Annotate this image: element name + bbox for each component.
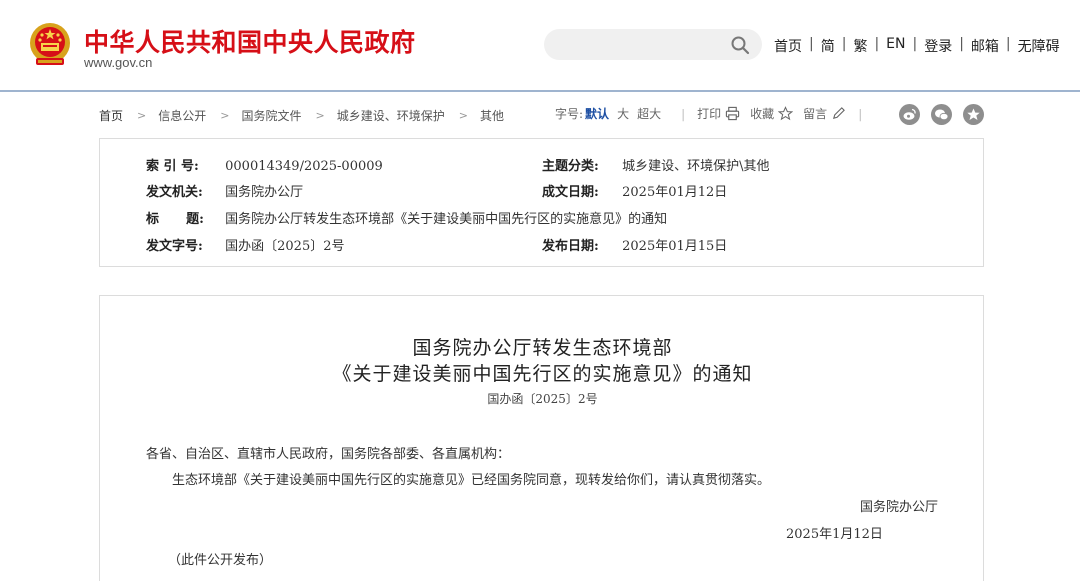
issuer-label: 发文机关:	[146, 185, 203, 200]
written-date-label: 成文日期:	[542, 185, 599, 200]
national-emblem-icon[interactable]	[28, 22, 72, 68]
nav-mail-link[interactable]: 邮箱	[971, 36, 999, 56]
index-number-row: 索 引 号: 000014349/2025-00009	[146, 155, 383, 174]
site-domain: www.gov.cn	[84, 55, 153, 70]
breadcrumb-other[interactable]: 其他	[480, 107, 504, 124]
tools-separator: |	[681, 106, 686, 121]
doc-number-row: 发文字号: 国办函〔2025〕2号	[146, 235, 345, 254]
article-publish-note: （此件公开发布）	[168, 553, 273, 568]
category-label: 主题分类:	[542, 159, 599, 174]
issuer-row: 发文机关: 国务院办公厅	[146, 181, 303, 200]
article-doc-number: 国办函〔2025〕2号	[487, 392, 598, 406]
nav-separator: |	[912, 36, 918, 52]
document-info-box: 索 引 号: 000014349/2025-00009 主题分类: 城乡建设、环…	[99, 138, 984, 267]
chevron-right-icon: >	[458, 109, 468, 122]
search-icon[interactable]	[730, 35, 750, 55]
category-value: 城乡建设、环境保护\其他	[622, 159, 770, 174]
weibo-share-icon[interactable]	[899, 104, 920, 125]
search-input[interactable]	[558, 33, 728, 56]
print-button[interactable]: 打印	[697, 105, 721, 122]
article-body-paragraph: 生态环境部《关于建设美丽中国先行区的实施意见》已经国务院同意，现转发给你们，请认…	[172, 473, 771, 488]
wechat-share-icon[interactable]	[931, 104, 952, 125]
doc-number-value: 国办函〔2025〕2号	[225, 239, 345, 254]
font-size-default[interactable]: 默认	[585, 105, 609, 122]
top-nav: 首页 | 简 | 繁 | EN | 登录 | 邮箱 | 无障碍	[774, 36, 1060, 56]
site-header: 中华人民共和国中央人民政府 www.gov.cn 首页 | 简 | 繁 | EN…	[0, 0, 1080, 92]
site-title[interactable]: 中华人民共和国中央人民政府	[84, 23, 416, 59]
favorite-button[interactable]: 收藏	[750, 105, 774, 122]
publish-date-value: 2025年01月15日	[622, 239, 728, 254]
title-row: 标 题: 国务院办公厅转发生态环境部《关于建设美丽中国先行区的实施意见》的通知	[146, 208, 667, 227]
breadcrumb: 首页 > 信息公开 > 国务院文件 > 城乡建设、环境保护 > 其他	[99, 107, 504, 124]
article-tools: 字号: 默认 大 超大 | 打印 收藏 留言 |	[555, 105, 874, 122]
font-size-label: 字号:	[555, 107, 584, 121]
title-label: 标 题:	[146, 212, 204, 227]
printer-icon[interactable]	[725, 106, 740, 121]
publish-date-label: 发布日期:	[542, 239, 599, 254]
nav-login-link[interactable]: 登录	[924, 36, 952, 56]
chevron-right-icon: >	[315, 109, 325, 122]
doc-number-label: 发文字号:	[146, 239, 203, 254]
tools-separator: |	[858, 106, 863, 121]
breadcrumb-urban-environment[interactable]: 城乡建设、环境保护	[337, 107, 445, 124]
index-number-label: 索 引 号:	[146, 159, 199, 174]
pencil-icon[interactable]	[831, 106, 846, 121]
breadcrumb-state-council-docs[interactable]: 国务院文件	[241, 107, 301, 124]
nav-traditional-link[interactable]: 繁	[853, 36, 867, 56]
nav-simplified-link[interactable]: 简	[821, 36, 835, 56]
title-value: 国务院办公厅转发生态环境部《关于建设美丽中国先行区的实施意见》的通知	[225, 212, 668, 227]
nav-separator: |	[874, 36, 880, 52]
nav-separator: |	[959, 36, 964, 52]
nav-separator: |	[1005, 36, 1011, 52]
star-icon[interactable]	[778, 106, 794, 121]
category-row: 主题分类: 城乡建设、环境保护\其他	[542, 155, 770, 174]
font-size-xlarge[interactable]: 超大	[637, 105, 661, 122]
search-box	[544, 29, 762, 60]
article-title-line2: 《关于建设美丽中国先行区的实施意见》的通知	[332, 363, 753, 385]
favorite-share-icon[interactable]	[963, 104, 984, 125]
breadcrumb-home[interactable]: 首页	[99, 107, 123, 124]
article-title-line1: 国务院办公厅转发生态环境部	[412, 337, 673, 359]
index-number-value: 000014349/2025-00009	[225, 159, 383, 174]
written-date-value: 2025年01月12日	[622, 185, 728, 200]
written-date-row: 成文日期: 2025年01月12日	[542, 181, 727, 200]
article-signer: 国务院办公厅	[860, 500, 939, 515]
chevron-right-icon: >	[220, 109, 230, 122]
article-salutation: 各省、自治区、直辖市人民政府，国务院各部委、各直属机构：	[146, 447, 511, 462]
comment-button[interactable]: 留言	[803, 105, 827, 122]
breadcrumb-info-public[interactable]: 信息公开	[158, 107, 206, 124]
publish-date-row: 发布日期: 2025年01月15日	[542, 235, 727, 254]
nav-accessibility-link[interactable]: 无障碍	[1018, 36, 1060, 56]
nav-separator: |	[841, 36, 847, 52]
nav-english-link[interactable]: EN	[886, 36, 905, 56]
issuer-value: 国务院办公厅	[225, 185, 304, 200]
nav-home-link[interactable]: 首页	[774, 36, 802, 56]
article-date: 2025年1月12日	[786, 527, 883, 542]
nav-separator: |	[809, 36, 814, 52]
chevron-right-icon: >	[137, 109, 147, 122]
article-body: 国务院办公厅转发生态环境部 《关于建设美丽中国先行区的实施意见》的通知 国办函〔…	[99, 295, 984, 581]
font-size-large[interactable]: 大	[617, 105, 629, 122]
